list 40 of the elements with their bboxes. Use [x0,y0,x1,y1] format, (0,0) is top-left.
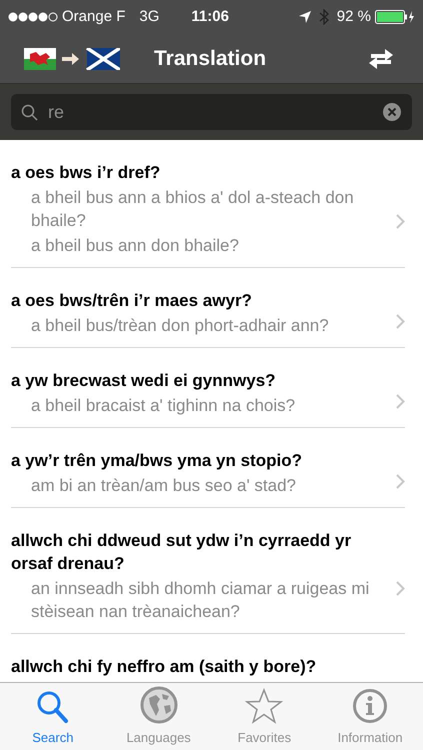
nav-title: Translation [154,46,266,72]
translation-text: a bheil bus ann a bhios a' dol a-steach don bhaile? [31,187,355,232]
star-icon [245,688,284,724]
clear-icon[interactable] [382,102,402,122]
signal-icon [8,12,58,22]
carrier-name: Orange F [62,6,126,27]
translation-text: am bi an trèan/am bus seo a' stad? [31,475,298,497]
list-row[interactable]: a yw brecwast wedi ei gynnwys? a bheil bracaist a' tighinn na chois? [0,348,423,428]
welsh-phrase: a oes bws/trên i’r maes awyr? [11,290,253,312]
search-icon [34,690,71,724]
flags-direction-icon[interactable] [24,48,120,70]
info-icon [352,688,388,724]
chevron-icon [396,394,405,410]
translation-text: a bheil bus ann don bhaile? [31,235,240,257]
chevron-icon [396,474,405,490]
search-field[interactable]: re [11,94,412,130]
globe-icon [140,686,178,724]
clock-time: 11:06 [191,6,229,27]
chevron-icon [396,214,405,230]
list-row[interactable]: allwch chi ddweud sut ydw i’n cyrraedd yr orsaf drenau? an innseadh sibh dhomh ciamar a ruigeas mi stèisean nan trèanaichean? [0,508,423,634]
welsh-phrase: a yw’r trên yma/bws yma yn stopio? [11,450,303,472]
welsh-phrase: a oes bws i’r dref? [11,162,162,184]
list-row[interactable]: a oes bws i’r dref? a bheil bus ann a bhios a' dol a-steach don bhaile? a bheil bus ann don bhaile? [0,140,423,268]
search-icon [21,104,38,120]
translation-text: a bheil bus/trèan don phort-adhair ann? [31,315,330,337]
list-row[interactable]: a oes bws/trên i’r maes awyr? a bheil bus/trèan don phort-adhair ann? [0,268,423,348]
welsh-phrase: allwch chi ddweud sut ydw i’n cyrraedd yr orsaf drenau? [11,530,352,575]
network-type: 3G [139,6,160,27]
tab-item[interactable]: Search [0,683,106,750]
chevron-icon [396,314,405,330]
battery-icon [375,10,415,24]
chevron-icon [396,581,405,596]
location-icon [298,11,311,23]
welsh-phrase: a yw brecwast wedi ei gynnwys? [11,370,277,392]
translation-text: an innseadh sibh dhomh ciamar a ruigeas mi stèisean nan trèanaichean? [31,578,370,623]
welsh-phrase: allwch chi fy neffro am (saith y bore)? [11,656,318,678]
battery-percent: 92 % [336,6,371,27]
list-row[interactable]: a yw’r trên yma/bws yma yn stopio? am bi an trèan/am bus seo a' stad? [0,428,423,508]
translation-text: a bheil bracaist a' tighinn na chois? [31,395,296,417]
bluetooth-icon [318,9,329,25]
